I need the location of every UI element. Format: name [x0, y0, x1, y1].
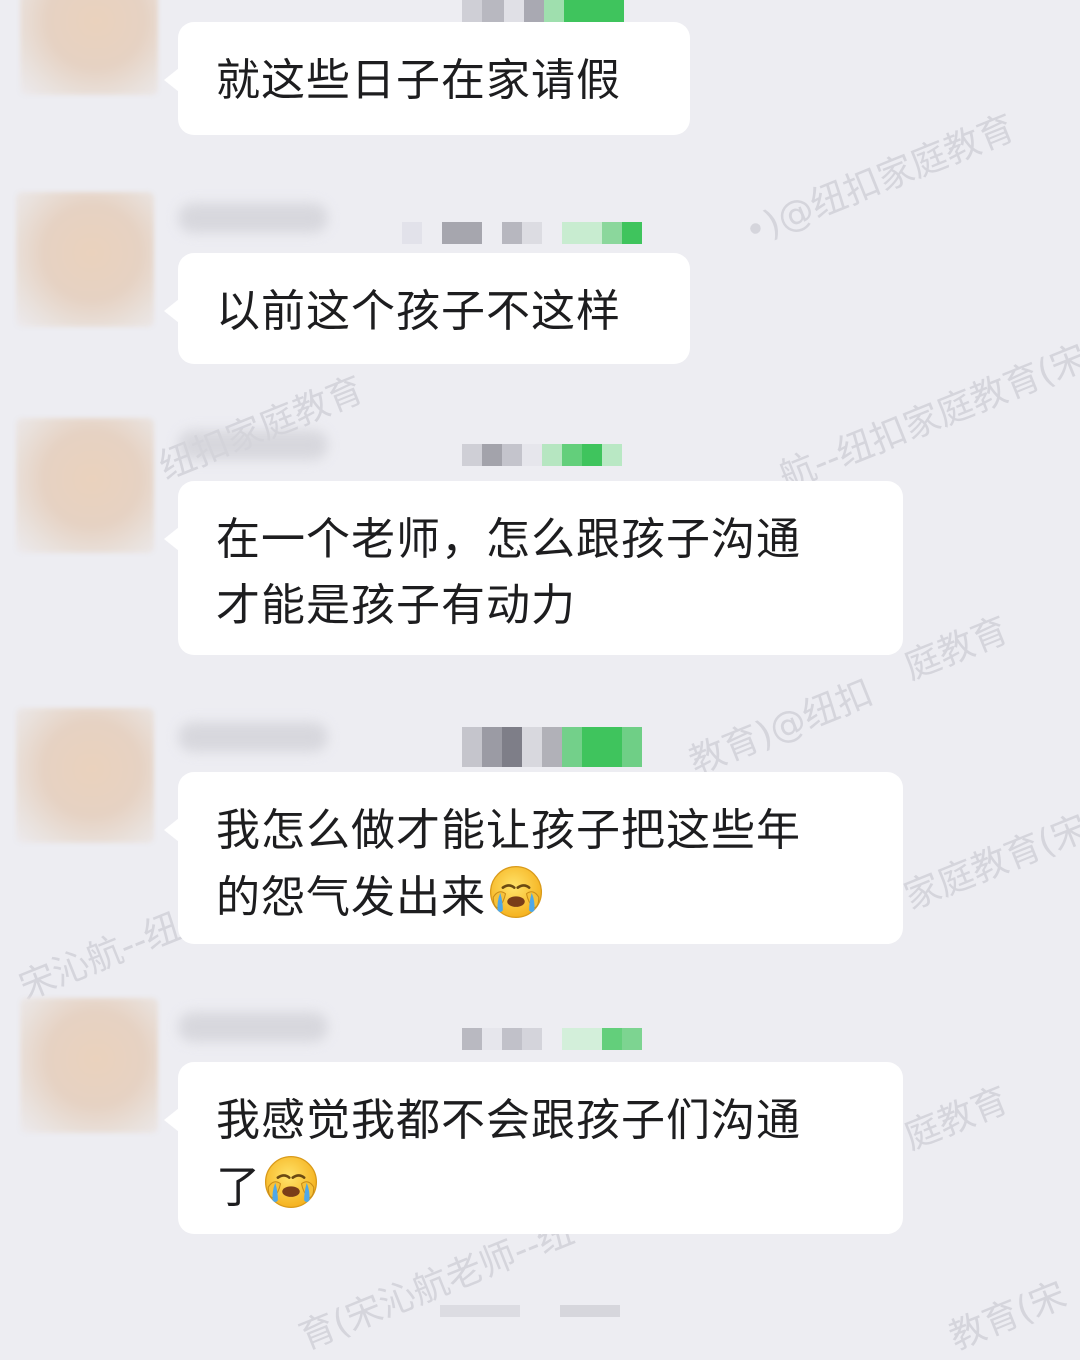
- avatar[interactable]: [16, 708, 154, 843]
- message-bubble[interactable]: 我感觉我都不会跟孩子们沟通 了: [164, 1062, 903, 1234]
- sender-name-blurred: [178, 203, 328, 233]
- message-bubble[interactable]: 在一个老师，怎么跟孩子沟通 才能是孩子有动力: [164, 481, 903, 655]
- watermark: 教育(宋: [943, 1274, 1073, 1359]
- watermark: 航--纽扣家庭教育(宋: [773, 337, 1080, 499]
- sender-name-blurred: [178, 1012, 328, 1042]
- avatar[interactable]: [16, 192, 154, 327]
- mosaic-name-tag: [462, 1028, 642, 1050]
- sender-name-blurred: [178, 430, 328, 460]
- watermark: 家庭教育(宋: [898, 807, 1080, 919]
- message-text: 的怨气发出来: [216, 872, 486, 923]
- avatar[interactable]: [16, 418, 154, 553]
- watermark: 庭教育: [898, 1079, 1015, 1159]
- message-text: 了: [216, 1162, 261, 1213]
- face-crying-icon: [489, 865, 543, 919]
- sender-name-blurred: [178, 722, 328, 752]
- watermark: 教育)@纽扣: [683, 672, 879, 784]
- message-text: 就这些日子在家请假: [216, 55, 621, 106]
- message-text-line: 的怨气发出来: [216, 864, 865, 931]
- avatar[interactable]: [20, 0, 158, 95]
- watermark: 纽扣家庭教育: [153, 369, 370, 489]
- message-text-line: 我感觉我都不会跟孩子们沟通: [216, 1095, 801, 1146]
- watermark: 庭教育: [898, 609, 1015, 689]
- face-crying-icon: [264, 1155, 318, 1209]
- message-bubble[interactable]: 就这些日子在家请假: [164, 22, 690, 135]
- message-bubble[interactable]: 我怎么做才能让孩子把这些年 的怨气发出来: [164, 772, 903, 944]
- message-bubble[interactable]: 以前这个孩子不这样: [164, 253, 690, 364]
- mosaic-name-tag: [402, 222, 642, 244]
- watermark: •)@纽扣家庭教育: [738, 107, 1021, 254]
- mosaic-name-tag: [440, 1305, 620, 1317]
- avatar[interactable]: [20, 998, 158, 1133]
- mosaic-name-tag: [462, 0, 624, 22]
- message-text-line: 了: [216, 1154, 865, 1221]
- mosaic-name-tag: [462, 727, 642, 767]
- mosaic-name-tag: [462, 444, 622, 466]
- message-text: 以前这个孩子不这样: [216, 286, 621, 337]
- message-text-line: 我怎么做才能让孩子把这些年: [216, 805, 801, 856]
- message-text-line: 在一个老师，怎么跟孩子沟通: [216, 514, 801, 565]
- message-text-line: 才能是孩子有动力: [216, 580, 576, 631]
- chat-view: •)@纽扣家庭教育 纽扣家庭教育 航--纽扣家庭教育(宋 庭教育 教育)@纽扣 …: [0, 0, 1080, 1358]
- watermark: 宋沁航--纽: [13, 906, 187, 1009]
